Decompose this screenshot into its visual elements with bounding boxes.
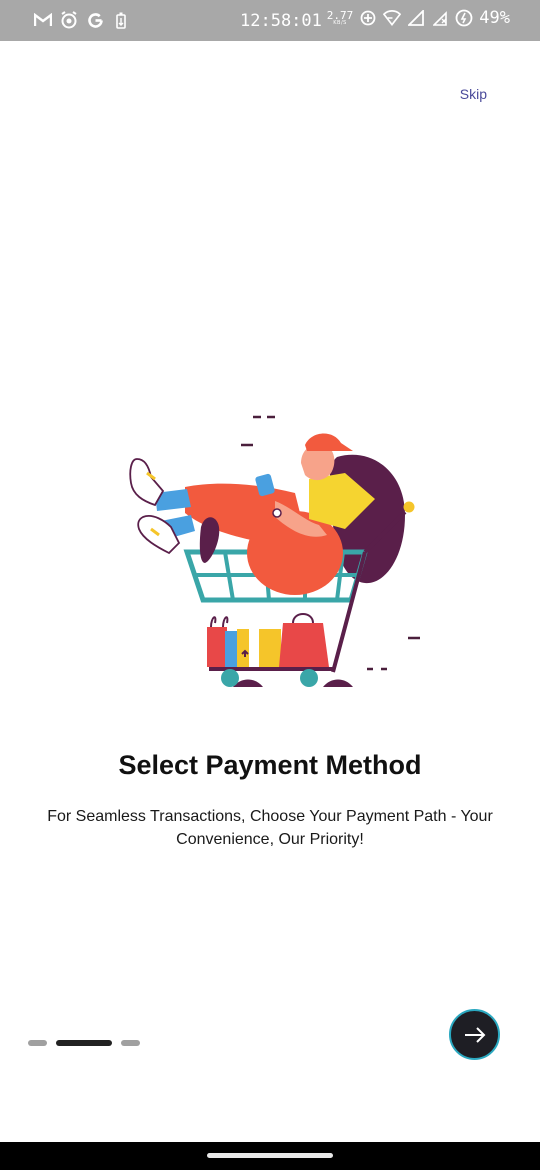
onboarding-screen: 12:58:01 2.77 KB/S 49% Skip Select Payme… (0, 0, 540, 1170)
battery-percent: 49% (479, 8, 510, 28)
system-navigation-bar (0, 1142, 540, 1170)
gmail-icon (34, 10, 52, 30)
battery-icon (455, 8, 473, 28)
skip-button[interactable]: Skip (460, 86, 487, 102)
page-title: Select Payment Method (118, 750, 422, 780)
page-dot-3 (121, 1040, 140, 1046)
page-subtitle: For Seamless Transactions, Choose Your P… (47, 808, 493, 848)
network-speed: 2.77 KB/S (327, 10, 354, 26)
status-right-icons: 2.77 KB/S 49% (327, 8, 510, 28)
page-indicator (28, 1040, 140, 1046)
page-dot-1 (28, 1040, 47, 1046)
signal-icon (407, 8, 425, 28)
arrow-right-icon (464, 1026, 486, 1044)
status-bar: 12:58:01 2.77 KB/S 49% (0, 0, 540, 41)
data-saver-icon (359, 8, 377, 28)
next-button[interactable] (449, 1009, 500, 1060)
status-time: 12:58:01 (240, 11, 322, 31)
alarm-icon (60, 10, 78, 30)
home-gesture-handle[interactable] (207, 1153, 333, 1158)
battery-saver-icon (112, 10, 130, 30)
google-icon (86, 10, 104, 30)
wifi-icon (383, 8, 402, 28)
network-speed-unit: KB/S (333, 20, 347, 26)
no-signal-icon (431, 8, 449, 28)
shopping-cart-girl-illustration (125, 405, 425, 700)
page-dot-2-active (56, 1040, 112, 1046)
status-left-icons (34, 10, 130, 30)
